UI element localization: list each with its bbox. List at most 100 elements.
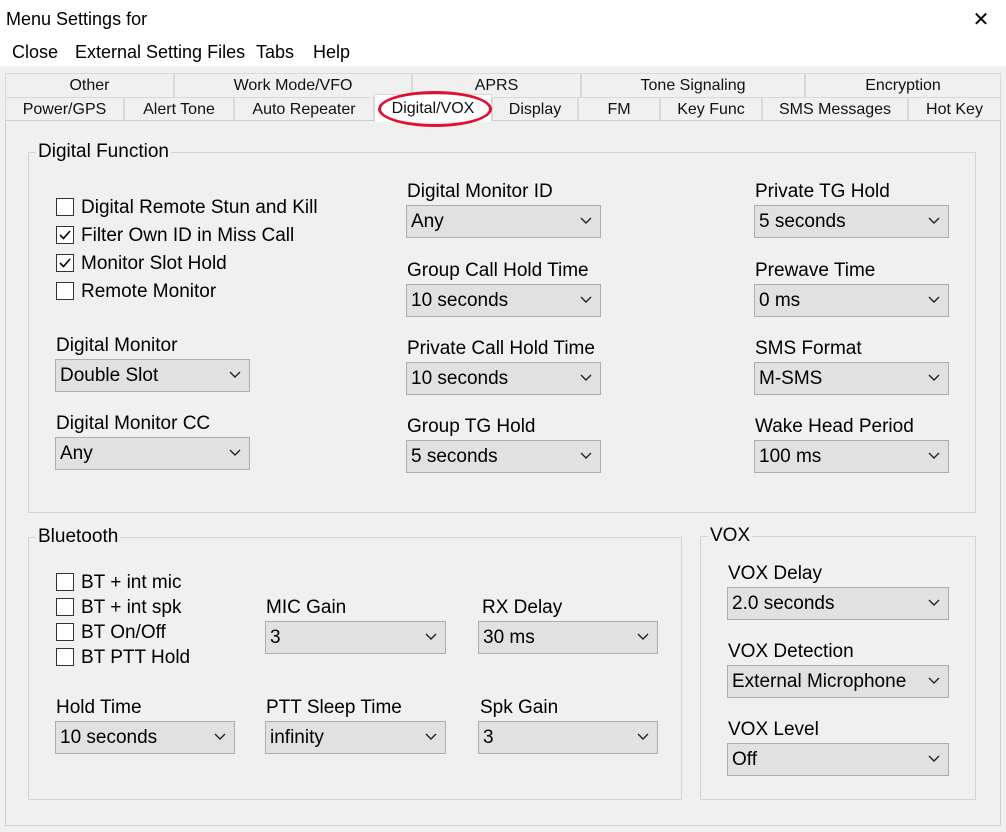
private-tg-hold-label: Private TG Hold bbox=[755, 181, 890, 202]
group-tg-hold-value: 5 seconds bbox=[411, 446, 498, 467]
chevron-down-icon bbox=[928, 755, 940, 762]
digital-monitor-label: Digital Monitor bbox=[56, 335, 178, 356]
close-icon: ✕ bbox=[972, 7, 990, 31]
vox-detection-value: External Microphone bbox=[732, 671, 907, 692]
title-bar bbox=[0, 0, 1006, 38]
checkmark-icon bbox=[59, 230, 71, 240]
digital-monitor-id-value: Any bbox=[411, 211, 444, 232]
rx-delay-value: 30 ms bbox=[483, 627, 535, 648]
filter-own-id-checkbox[interactable] bbox=[56, 226, 74, 244]
bt-on-off-label: BT On/Off bbox=[81, 622, 166, 643]
tab-auto-repeater[interactable]: Auto Repeater bbox=[234, 97, 374, 121]
digital-monitor-cc-select[interactable]: Any bbox=[55, 437, 250, 470]
ptt-sleep-time-select[interactable]: infinity bbox=[265, 721, 446, 754]
spk-gain-value: 3 bbox=[483, 727, 494, 748]
digital-monitor-cc-value: Any bbox=[60, 443, 93, 464]
chevron-down-icon bbox=[229, 449, 241, 456]
bt-ptt-hold-label: BT PTT Hold bbox=[81, 647, 191, 668]
bluetooth-title: Bluetooth bbox=[36, 526, 121, 548]
chevron-down-icon bbox=[214, 733, 226, 740]
tab-digital-vox[interactable]: Digital/VOX bbox=[374, 94, 492, 122]
chevron-down-icon bbox=[580, 296, 592, 303]
tab-encryption[interactable]: Encryption bbox=[805, 73, 1001, 97]
sms-format-label: SMS Format bbox=[755, 338, 862, 359]
chevron-down-icon bbox=[229, 371, 241, 378]
chevron-down-icon bbox=[928, 296, 940, 303]
hold-time-label: Hold Time bbox=[56, 697, 142, 718]
vox-detection-select[interactable]: External Microphone bbox=[727, 665, 949, 698]
prewave-time-select[interactable]: 0 ms bbox=[754, 284, 949, 317]
chevron-down-icon bbox=[580, 452, 592, 459]
remote-monitor-label: Remote Monitor bbox=[81, 281, 217, 302]
bt-int-mic-checkbox[interactable] bbox=[56, 573, 74, 591]
tab-tone-signaling[interactable]: Tone Signaling bbox=[581, 73, 805, 97]
rx-delay-select[interactable]: 30 ms bbox=[478, 621, 658, 654]
tab-display[interactable]: Display bbox=[492, 97, 578, 121]
rx-delay-label: RX Delay bbox=[482, 597, 563, 618]
mic-gain-value: 3 bbox=[270, 627, 281, 648]
digital-remote-stun-kill-label: Digital Remote Stun and Kill bbox=[81, 197, 318, 218]
window-title: Menu Settings for bbox=[6, 9, 148, 29]
vox-delay-label: VOX Delay bbox=[728, 563, 822, 584]
tab-sms-messages[interactable]: SMS Messages bbox=[762, 97, 908, 121]
vox-delay-value: 2.0 seconds bbox=[732, 593, 835, 614]
wake-head-period-label: Wake Head Period bbox=[755, 416, 914, 437]
tab-fm[interactable]: FM bbox=[578, 97, 660, 121]
group-tg-hold-select[interactable]: 5 seconds bbox=[406, 440, 601, 473]
menu-close[interactable]: Close bbox=[12, 42, 58, 63]
chevron-down-icon bbox=[580, 217, 592, 224]
vox-delay-select[interactable]: 2.0 seconds bbox=[727, 587, 949, 620]
digital-monitor-select[interactable]: Double Slot bbox=[55, 359, 250, 392]
menu-external-setting-files[interactable]: External Setting Files bbox=[75, 42, 245, 63]
vox-detection-label: VOX Detection bbox=[728, 641, 854, 662]
tab-alert-tone[interactable]: Alert Tone bbox=[124, 97, 234, 121]
mic-gain-label: MIC Gain bbox=[266, 597, 347, 618]
chevron-down-icon bbox=[580, 374, 592, 381]
sms-format-select[interactable]: M-SMS bbox=[754, 362, 949, 395]
bt-int-spk-checkbox[interactable] bbox=[56, 598, 74, 616]
ptt-sleep-time-label: PTT Sleep Time bbox=[266, 697, 402, 718]
bt-on-off-checkbox[interactable] bbox=[56, 623, 74, 641]
private-tg-hold-select[interactable]: 5 seconds bbox=[754, 205, 949, 238]
tab-key-func[interactable]: Key Func bbox=[660, 97, 762, 121]
hold-time-value: 10 seconds bbox=[60, 727, 158, 748]
chevron-down-icon bbox=[425, 633, 437, 640]
group-call-hold-time-select[interactable]: 10 seconds bbox=[406, 284, 601, 317]
wake-head-period-select[interactable]: 100 ms bbox=[754, 440, 949, 473]
digital-monitor-cc-label: Digital Monitor CC bbox=[56, 413, 211, 434]
prewave-time-label: Prewave Time bbox=[755, 260, 876, 281]
vox-level-label: VOX Level bbox=[728, 719, 819, 740]
hold-time-select[interactable]: 10 seconds bbox=[55, 721, 235, 754]
tab-other[interactable]: Other bbox=[5, 73, 174, 97]
bt-int-mic-label: BT + int mic bbox=[81, 572, 182, 593]
prewave-time-value: 0 ms bbox=[759, 290, 801, 311]
menu-help[interactable]: Help bbox=[313, 42, 350, 63]
digital-monitor-id-label: Digital Monitor ID bbox=[407, 181, 553, 202]
remote-monitor-checkbox[interactable] bbox=[56, 282, 74, 300]
vox-level-select[interactable]: Off bbox=[727, 743, 949, 776]
tab-power-gps[interactable]: Power/GPS bbox=[5, 97, 124, 121]
digital-remote-stun-kill-checkbox[interactable] bbox=[56, 198, 74, 216]
tab-hot-key[interactable]: Hot Key bbox=[908, 97, 1001, 121]
digital-monitor-value: Double Slot bbox=[60, 365, 159, 386]
digital-monitor-id-select[interactable]: Any bbox=[406, 205, 601, 238]
private-call-hold-time-label: Private Call Hold Time bbox=[407, 338, 595, 359]
chevron-down-icon bbox=[928, 217, 940, 224]
window-close-button[interactable]: ✕ bbox=[964, 2, 998, 36]
chevron-down-icon bbox=[637, 733, 649, 740]
bt-int-spk-label: BT + int spk bbox=[81, 597, 182, 618]
mic-gain-select[interactable]: 3 bbox=[265, 621, 446, 654]
private-call-hold-time-value: 10 seconds bbox=[411, 368, 509, 389]
group-call-hold-time-label: Group Call Hold Time bbox=[407, 260, 589, 281]
spk-gain-select[interactable]: 3 bbox=[478, 721, 658, 754]
vox-level-value: Off bbox=[732, 749, 757, 770]
private-call-hold-time-select[interactable]: 10 seconds bbox=[406, 362, 601, 395]
vox-title: VOX bbox=[708, 525, 753, 547]
menu-tabs[interactable]: Tabs bbox=[256, 42, 294, 63]
private-tg-hold-value: 5 seconds bbox=[759, 211, 846, 232]
spk-gain-label: Spk Gain bbox=[480, 697, 559, 718]
monitor-slot-hold-checkbox[interactable] bbox=[56, 254, 74, 272]
filter-own-id-label: Filter Own ID in Miss Call bbox=[81, 225, 295, 246]
bt-ptt-hold-checkbox[interactable] bbox=[56, 648, 74, 666]
chevron-down-icon bbox=[928, 452, 940, 459]
